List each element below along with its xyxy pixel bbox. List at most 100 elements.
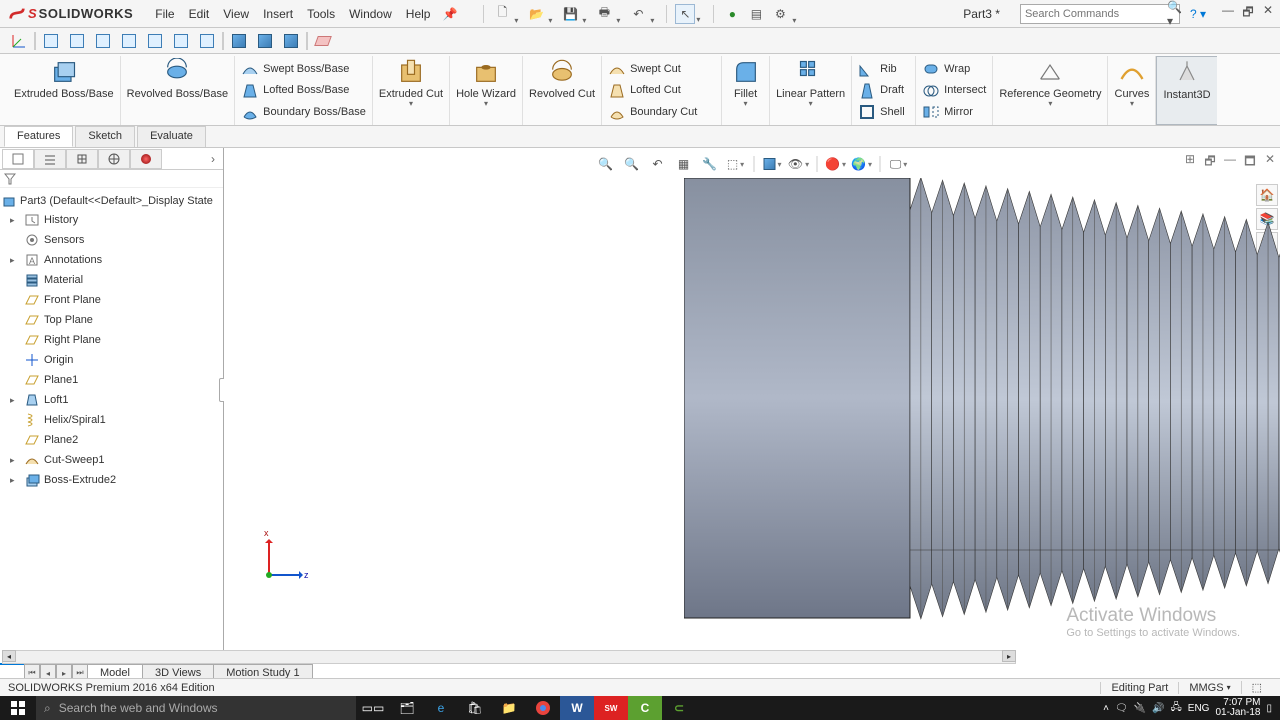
- origin-axes-icon[interactable]: [8, 30, 30, 52]
- revolved-boss-button[interactable]: Revolved Boss/Base: [121, 56, 236, 125]
- select-button[interactable]: ↖: [675, 4, 695, 24]
- tree-item[interactable]: Material: [2, 270, 221, 290]
- prev-view-icon[interactable]: ↶: [648, 154, 668, 174]
- close-button[interactable]: ✕: [1260, 3, 1276, 24]
- file-explorer-icon[interactable]: 🗂: [390, 696, 424, 720]
- swept-boss-button[interactable]: Swept Boss/Base: [241, 58, 349, 80]
- boundary-cut-button[interactable]: Boundary Cut: [608, 101, 697, 123]
- dimxpert-tab[interactable]: [98, 149, 130, 169]
- hide-show-icon[interactable]: 👁: [789, 154, 809, 174]
- property-mgr-tab[interactable]: [34, 149, 66, 169]
- zoom-fit-icon[interactable]: 🔍: [596, 154, 616, 174]
- tab-evaluate[interactable]: Evaluate: [137, 126, 206, 147]
- save-button[interactable]: 💾: [560, 4, 580, 24]
- search-input[interactable]: [1025, 8, 1167, 20]
- options-button[interactable]: ⚙: [770, 4, 790, 24]
- status-units[interactable]: MMGS▾: [1178, 682, 1240, 694]
- fillet-button[interactable]: Fillet▾: [722, 56, 770, 125]
- pin-icon[interactable]: 📌: [442, 7, 457, 21]
- menu-tools[interactable]: Tools: [307, 7, 335, 21]
- dimetric-icon[interactable]: [254, 30, 276, 52]
- config-mgr-tab[interactable]: [66, 149, 98, 169]
- feature-tree-tab[interactable]: [2, 149, 34, 169]
- zoom-area-icon[interactable]: 🔍: [622, 154, 642, 174]
- view-settings-icon[interactable]: 🔧: [700, 154, 720, 174]
- rib-button[interactable]: Rib: [858, 58, 897, 80]
- mirror-button[interactable]: Mirror: [922, 101, 973, 123]
- task-view-icon[interactable]: ▭▭: [356, 696, 390, 720]
- tree-item[interactable]: ▸Cut-Sweep1: [2, 450, 221, 470]
- scene-icon[interactable]: 🌍: [852, 154, 872, 174]
- tray-lang[interactable]: ENG: [1188, 703, 1210, 714]
- trimetric-icon[interactable]: [228, 30, 250, 52]
- menu-help[interactable]: Help: [406, 7, 431, 21]
- canvas-max-icon[interactable]: 🗖: [1242, 152, 1258, 173]
- menu-view[interactable]: View: [223, 7, 249, 21]
- canvas-cascade-icon[interactable]: 🗗: [1202, 152, 1218, 173]
- word-icon[interactable]: W: [560, 696, 594, 720]
- display-style-icon[interactable]: [763, 154, 783, 174]
- hole-wizard-button[interactable]: Hole Wizard▾: [450, 56, 523, 125]
- swept-cut-button[interactable]: Swept Cut: [608, 58, 681, 80]
- chrome-icon[interactable]: [526, 696, 560, 720]
- edge-icon[interactable]: e: [424, 696, 458, 720]
- wrap-button[interactable]: Wrap: [922, 58, 970, 80]
- menu-window[interactable]: Window: [349, 7, 392, 21]
- undo-button[interactable]: ↶: [628, 4, 648, 24]
- top-view-icon[interactable]: [144, 30, 166, 52]
- back-view-icon[interactable]: [66, 30, 88, 52]
- tree-item[interactable]: Top Plane: [2, 310, 221, 330]
- new-button[interactable]: 🗋: [492, 4, 512, 24]
- menu-file[interactable]: File: [155, 7, 174, 21]
- iso-view-icon[interactable]: [196, 30, 218, 52]
- tree-item[interactable]: ▸Boss-Extrude2: [2, 470, 221, 490]
- view-port-icon[interactable]: 🖵: [889, 154, 909, 174]
- panel-expand-icon[interactable]: ›: [205, 152, 221, 166]
- left-view-icon[interactable]: [92, 30, 114, 52]
- print-button[interactable]: 🖶: [594, 4, 614, 24]
- tree-item[interactable]: ▸AAnnotations: [2, 250, 221, 270]
- search-commands[interactable]: 🔍▾: [1020, 4, 1180, 24]
- canvas-min-icon[interactable]: —: [1222, 152, 1238, 173]
- restore-button[interactable]: 🗗: [1240, 3, 1256, 24]
- help-button[interactable]: ? ▾: [1190, 7, 1206, 21]
- section-view-icon[interactable]: ▦: [674, 154, 694, 174]
- tree-item[interactable]: Helix/Spiral1: [2, 410, 221, 430]
- extruded-boss-button[interactable]: Extruded Boss/Base: [8, 56, 121, 125]
- instant3d-button[interactable]: Instant3D: [1156, 56, 1216, 125]
- tree-item[interactable]: Plane1: [2, 370, 221, 390]
- bottom-view-icon[interactable]: [170, 30, 192, 52]
- tray-notif-icon[interactable]: ▯: [1266, 703, 1272, 714]
- tray-network-icon[interactable]: 🖧: [1171, 700, 1182, 717]
- boundary-boss-button[interactable]: Boundary Boss/Base: [241, 101, 366, 123]
- tree-item[interactable]: ▸Loft1: [2, 390, 221, 410]
- start-button[interactable]: [0, 701, 36, 715]
- tray-power-icon[interactable]: 🔌: [1134, 703, 1146, 714]
- appearance-icon[interactable]: 🔴: [826, 154, 846, 174]
- store-icon[interactable]: 🛍: [458, 696, 492, 720]
- options-list-button[interactable]: ▤: [746, 4, 766, 24]
- tree-root[interactable]: Part3 (Default<<Default>_Display State: [2, 192, 221, 210]
- extruded-cut-button[interactable]: Extruded Cut▾: [373, 56, 450, 125]
- menu-insert[interactable]: Insert: [263, 7, 293, 21]
- isometric-icon[interactable]: [280, 30, 302, 52]
- linear-pattern-button[interactable]: Linear Pattern▾: [770, 56, 852, 125]
- ref-geometry-button[interactable]: Reference Geometry▾: [993, 56, 1108, 125]
- erase-icon[interactable]: [312, 30, 334, 52]
- shell-button[interactable]: Shell: [858, 101, 904, 123]
- tree-item[interactable]: Right Plane: [2, 330, 221, 350]
- tab-sketch[interactable]: Sketch: [75, 126, 135, 147]
- tray-up-icon[interactable]: ˄: [1103, 703, 1109, 714]
- camtasia2-icon[interactable]: ⊂: [662, 696, 696, 720]
- canvas-tile-icon[interactable]: ⊞: [1182, 152, 1198, 173]
- tree-item[interactable]: Sensors: [2, 230, 221, 250]
- status-custom-icon[interactable]: ⬚: [1241, 681, 1272, 694]
- graphics-area[interactable]: 🔍 🔍 ↶ ▦ 🔧 ⬚ 👁 🔴 🌍 🖵 ⊞ 🗗 — 🗖 ✕ 🏠 📚 📁: [224, 148, 1280, 664]
- open-button[interactable]: 📂: [526, 4, 546, 24]
- right-view-icon[interactable]: [118, 30, 140, 52]
- taskbar-search[interactable]: ⌕Search the web and Windows: [36, 696, 356, 720]
- curves-button[interactable]: Curves▾: [1108, 56, 1156, 125]
- revolved-cut-button[interactable]: Revolved Cut: [523, 56, 602, 125]
- camtasia-icon[interactable]: C: [628, 696, 662, 720]
- tray-clock[interactable]: 7:07 PM01-Jan-18: [1215, 698, 1260, 718]
